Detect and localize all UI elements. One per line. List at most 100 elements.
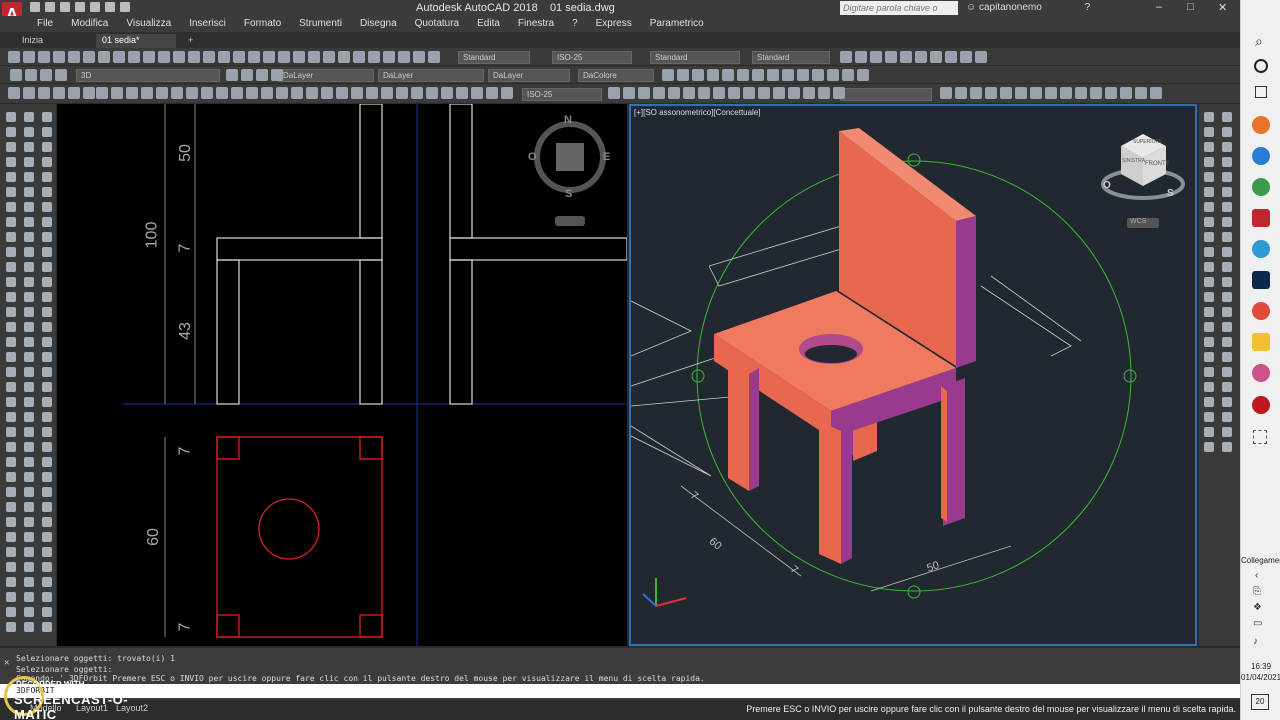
palette-tool-icon[interactable] <box>1222 172 1232 182</box>
palette-tool-icon[interactable] <box>6 457 16 467</box>
toolbar-tool-icon[interactable] <box>203 51 215 63</box>
menu-parametrico[interactable]: Parametrico <box>641 16 713 32</box>
viewport-3d-chair[interactable]: [+][SO assonometrico][Concettuale] FRONT… <box>629 104 1197 646</box>
toolbar-tool-icon[interactable] <box>353 51 365 63</box>
palette-tool-icon[interactable] <box>6 292 16 302</box>
minimize-button[interactable]: – <box>1156 1 1162 13</box>
open-icon[interactable] <box>45 2 55 12</box>
toolbar-tool-icon[interactable] <box>368 51 380 63</box>
palette-tool-icon[interactable] <box>1204 262 1214 272</box>
palette-tool-icon[interactable] <box>1222 187 1232 197</box>
monitor-icon[interactable]: ▭ <box>1253 618 1262 629</box>
menu-disegna[interactable]: Disegna <box>351 16 406 32</box>
toolbar-tool-icon[interactable] <box>158 51 170 63</box>
palette-tool-icon[interactable] <box>24 577 34 587</box>
workspace-select[interactable]: 3D <box>76 69 220 82</box>
palette-tool-icon[interactable] <box>24 337 34 347</box>
toolbar-tool-icon[interactable] <box>840 51 852 63</box>
palette-tool-icon[interactable] <box>24 427 34 437</box>
palette-tool-icon[interactable] <box>6 322 16 332</box>
toolbar-tool-icon[interactable] <box>707 69 719 81</box>
toolbar-tool-icon[interactable] <box>1045 87 1057 99</box>
palette-tool-icon[interactable] <box>1204 397 1214 407</box>
orbit-handle-top[interactable] <box>907 153 921 167</box>
palette-tool-icon[interactable] <box>1204 292 1214 302</box>
toolbar-tool-icon[interactable] <box>945 51 957 63</box>
toolbar-tool-icon[interactable] <box>398 51 410 63</box>
toolbar-tool-icon[interactable] <box>216 87 228 99</box>
palette-tool-icon[interactable] <box>42 487 52 497</box>
toolbar-tool-icon[interactable] <box>396 87 408 99</box>
toolbar-tool-icon[interactable] <box>126 87 138 99</box>
menu-file[interactable]: File <box>28 16 62 32</box>
palette-tool-icon[interactable] <box>42 562 52 572</box>
toolbar-tool-icon[interactable] <box>1120 87 1132 99</box>
toolbar-tool-icon[interactable] <box>68 51 80 63</box>
chevron-left-icon[interactable]: ‹ <box>1255 570 1258 581</box>
viewcube-front-label[interactable]: FRONTE <box>1145 161 1170 167</box>
palette-tool-icon[interactable] <box>42 382 52 392</box>
palette-tool-icon[interactable] <box>6 547 16 557</box>
search-input[interactable]: Digitare parola chiave o frase <box>840 1 958 27</box>
toolbar-tool-icon[interactable] <box>413 51 425 63</box>
palette-tool-icon[interactable] <box>1222 322 1232 332</box>
mleader-style-select[interactable]: Standard <box>752 51 830 64</box>
toolbar-tool-icon[interactable] <box>336 87 348 99</box>
palette-tool-icon[interactable] <box>42 577 52 587</box>
toolbar-tool-icon[interactable] <box>128 51 140 63</box>
palette-tool-icon[interactable] <box>24 202 34 212</box>
toolbar-tool-icon[interactable] <box>23 87 35 99</box>
toolbar-tool-icon[interactable] <box>955 87 967 99</box>
palette-tool-icon[interactable] <box>42 457 52 467</box>
viewport-label[interactable]: [+][SO assonometrico][Concettuale] <box>634 108 761 117</box>
palette-tool-icon[interactable] <box>6 112 16 122</box>
orbit-handle-left[interactable] <box>691 369 705 383</box>
toolbar-tool-icon[interactable] <box>96 87 108 99</box>
clock-time[interactable]: 16:39 <box>1251 662 1271 671</box>
palette-tool-icon[interactable] <box>42 622 52 632</box>
toolbar-tool-icon[interactable] <box>1075 87 1087 99</box>
palette-tool-icon[interactable] <box>24 472 34 482</box>
new-tab-button[interactable]: + <box>182 34 199 48</box>
toolbar-tool-icon[interactable] <box>186 87 198 99</box>
palette-tool-icon[interactable] <box>42 247 52 257</box>
command-input[interactable]: 3DFORBIT <box>0 684 1240 698</box>
toolbar-tool-icon[interactable] <box>38 51 50 63</box>
linetype-select[interactable]: DaLayer <box>378 69 484 82</box>
compass-west[interactable]: O <box>528 151 537 163</box>
toolbar-tool-icon[interactable] <box>256 69 268 81</box>
palette-tool-icon[interactable] <box>42 172 52 182</box>
toolbar-tool-icon[interactable] <box>915 51 927 63</box>
viewcube-compass-2d[interactable] <box>534 121 606 226</box>
palette-tool-icon[interactable] <box>42 607 52 617</box>
palette-tool-icon[interactable] <box>24 562 34 572</box>
viewcube-south[interactable]: S <box>1167 188 1174 199</box>
palette-tool-icon[interactable] <box>6 472 16 482</box>
toolbar-tool-icon[interactable] <box>930 51 942 63</box>
toolbar-tool-icon[interactable] <box>271 69 283 81</box>
orbit-handle-bottom[interactable] <box>907 585 921 599</box>
toolbar-tool-icon[interactable] <box>638 87 650 99</box>
toolbar-tool-icon[interactable] <box>788 87 800 99</box>
toolbar-tool-icon[interactable] <box>900 51 912 63</box>
palette-tool-icon[interactable] <box>24 607 34 617</box>
palette-tool-icon[interactable] <box>6 412 16 422</box>
toolbar-tool-icon[interactable] <box>441 87 453 99</box>
palette-tool-icon[interactable] <box>6 157 16 167</box>
toolbar-tool-icon[interactable] <box>293 51 305 63</box>
palette-tool-icon[interactable] <box>1204 442 1214 452</box>
palette-tool-icon[interactable] <box>24 142 34 152</box>
palette-tool-icon[interactable] <box>24 532 34 542</box>
palette-tool-icon[interactable] <box>6 562 16 572</box>
toolbar-tool-icon[interactable] <box>975 51 987 63</box>
toolbar-tool-icon[interactable] <box>855 51 867 63</box>
menu-visualizza[interactable]: Visualizza <box>117 16 180 32</box>
toolbar-tool-icon[interactable] <box>1090 87 1102 99</box>
palette-tool-icon[interactable] <box>1204 217 1214 227</box>
palette-tool-icon[interactable] <box>24 547 34 557</box>
more-apps-icon[interactable] <box>1253 430 1267 444</box>
toolbar-tool-icon[interactable] <box>842 69 854 81</box>
toolbar-tool-icon[interactable] <box>226 69 238 81</box>
palette-tool-icon[interactable] <box>6 277 16 287</box>
toolbar-tool-icon[interactable] <box>797 69 809 81</box>
